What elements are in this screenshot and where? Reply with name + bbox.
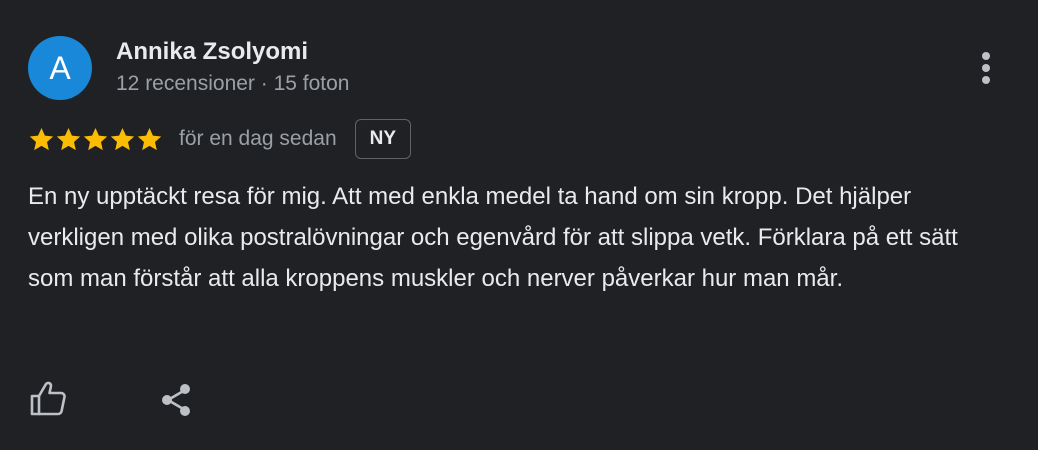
- star-icon: [83, 127, 108, 150]
- rating-row: för en dag sedan NY: [28, 118, 412, 160]
- review-date: för en dag sedan: [179, 127, 337, 150]
- star-icon: [110, 127, 135, 150]
- like-button[interactable]: [26, 376, 72, 422]
- star-icon: [56, 127, 81, 150]
- share-icon: [162, 384, 190, 416]
- new-badge: NY: [354, 119, 412, 159]
- avatar[interactable]: A: [28, 36, 92, 100]
- star-icon: [137, 127, 162, 150]
- author-name[interactable]: Annika Zsolyomi: [116, 38, 308, 66]
- avatar-letter: A: [49, 50, 71, 86]
- author-meta: 12 recensioner · 15 foton: [116, 72, 350, 95]
- thumb-up-icon: [30, 381, 66, 416]
- more-vert-icon: [982, 52, 990, 84]
- star-rating: [28, 126, 163, 153]
- review-text: En ny upptäckt resa för mig. Att med enk…: [28, 183, 958, 292]
- more-options-button[interactable]: [966, 46, 1006, 90]
- share-button[interactable]: [154, 376, 200, 422]
- star-icon: [29, 127, 54, 150]
